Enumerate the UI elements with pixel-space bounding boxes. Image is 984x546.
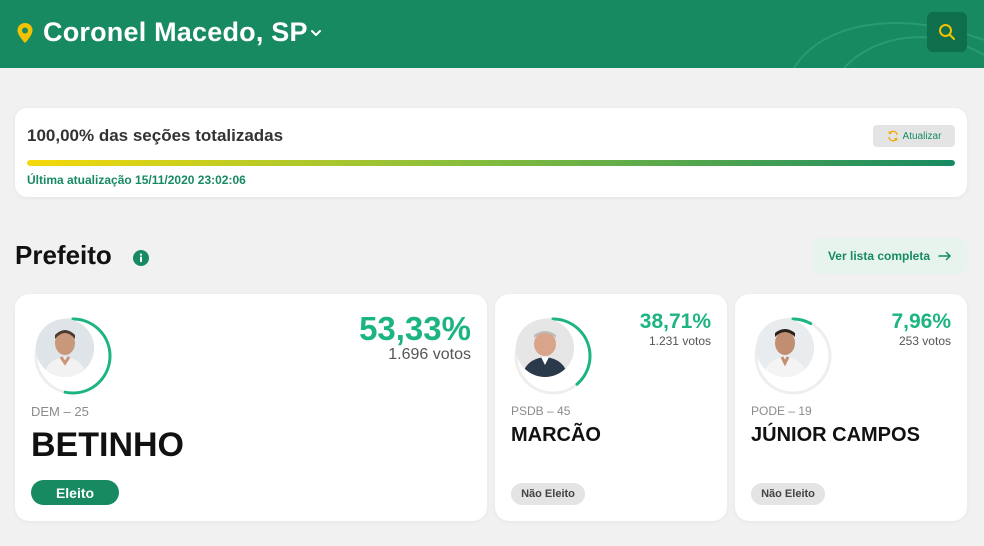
candidate-photo (516, 319, 574, 377)
person-icon (756, 319, 814, 377)
candidate-photo (36, 319, 94, 377)
refresh-button[interactable]: Atualizar (873, 125, 955, 147)
vote-count: 1.696 votos (388, 346, 471, 363)
candidate-card[interactable]: 53,33% 1.696 votos DEM – 25 BETINHO Elei… (15, 294, 487, 521)
person-icon (36, 319, 94, 377)
view-full-list-button[interactable]: Ver lista completa (813, 238, 967, 274)
section-title: Prefeito (15, 240, 112, 270)
totalization-progress-fill (27, 160, 955, 166)
totalization-status-card: 100,00% das seções totalizadas Atualizar… (15, 108, 967, 197)
vote-percentage: 38,71% (639, 310, 711, 333)
view-full-list-label: Ver lista completa (827, 249, 931, 263)
candidate-name: JÚNIOR CAMPOS (751, 424, 920, 446)
totalization-title: 100,00% das seções totalizadas (27, 126, 284, 145)
chevron-down-icon[interactable] (309, 27, 323, 39)
vote-count: 253 votos (898, 334, 951, 348)
status-badge: Eleito (31, 480, 119, 505)
vote-percentage: 53,33% (359, 310, 471, 347)
city-selector[interactable]: Coronel Macedo, SP (43, 17, 308, 48)
vote-percentage: 7,96% (891, 310, 951, 333)
totalization-progress-bar (27, 160, 955, 166)
refresh-label: Atualizar (902, 130, 942, 142)
party-number: DEM – 25 (31, 404, 89, 419)
party-number: PODE – 19 (751, 404, 812, 418)
search-icon (939, 24, 955, 40)
person-icon (516, 319, 574, 377)
map-pin-icon (17, 23, 33, 43)
arrow-right-icon (938, 251, 951, 261)
top-header: Coronel Macedo, SP (0, 0, 984, 68)
status-badge: Não Eleito (751, 483, 825, 505)
candidate-name: BETINHO (31, 426, 184, 464)
candidate-card[interactable]: 7,96% 253 votos PODE – 19 JÚNIOR CAMPOS … (735, 294, 967, 521)
search-button[interactable] (927, 12, 967, 52)
refresh-icon (887, 130, 898, 142)
status-badge: Não Eleito (511, 483, 585, 505)
vote-count: 1.231 votos (648, 334, 711, 348)
candidate-photo (756, 319, 814, 377)
party-number: PSDB – 45 (511, 404, 571, 418)
info-icon[interactable] (133, 250, 149, 266)
candidate-name: MARCÃO (511, 424, 601, 446)
last-update-text: Última atualização 15/11/2020 23:02:06 (27, 173, 246, 187)
candidate-card[interactable]: 38,71% 1.231 votos PSDB – 45 MARCÃO Não … (495, 294, 727, 521)
